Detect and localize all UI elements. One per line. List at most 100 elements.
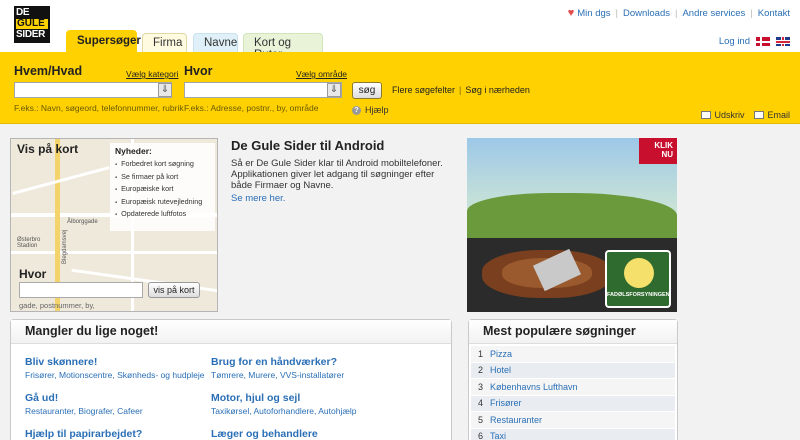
logo-line3: SIDER [16,29,46,40]
category-block: Motor, hjul og sejl Taxikørsel, Autoforh… [211,392,401,416]
android-promo-title: De Gule Sider til Android [231,138,385,153]
login-bar: Log ind [719,36,790,47]
search-button[interactable]: søg [352,82,382,99]
choose-category-link[interactable]: Vælg kategori [126,69,178,79]
map-news-item: Europæiske kort [115,184,210,193]
printer-icon [701,111,712,119]
popular-link[interactable]: Taxi [490,431,506,440]
list-item[interactable]: 2 Hotel [471,362,675,379]
category-block: Bliv skønnere! Frisører, Motionscentre, … [25,356,215,380]
street-label: Blegdamsvej [62,229,68,264]
link-kontakt[interactable]: Kontakt [758,8,790,19]
what-hint: F.eks.: Navn, søgeord, telefonnummer, ru… [14,103,184,113]
list-item[interactable]: 1 Pizza [471,346,675,363]
tab-navne[interactable]: Navne [193,33,238,52]
popular-link[interactable]: Frisører [490,398,522,408]
where-label: Hvor [184,64,213,78]
tab-supersoger[interactable]: Supersøger [66,30,141,52]
street-label: Østerbro Stadion [17,237,41,249]
tab-kort-og-ruter[interactable]: Kort og Ruter [243,33,323,61]
link-downloads[interactable]: Downloads [623,8,670,19]
map-road [12,166,110,195]
help-icon: ? [352,105,361,115]
ad-trees [467,193,677,238]
divider: | [615,8,618,19]
list-item[interactable]: 5 Restauranter [471,412,675,429]
category-title-link[interactable]: Hjælp til papirarbejdet? [25,428,215,440]
english-flag-icon[interactable] [776,37,790,46]
rank: 3 [478,381,484,392]
what-input[interactable] [14,82,172,98]
where-dropdown-arrow-icon[interactable]: ⇓ [327,83,341,97]
help-label: Hjælp [365,105,389,115]
category-sub-links[interactable]: Restauranter, Biografer, Cafeer [25,406,215,416]
rank: 6 [478,431,484,440]
top-links: ♥ Min dgs | Downloads | Andre services | Kontak… [568,7,790,19]
where-hint: F.eks.: Adresse, postnr., by, område [184,103,319,113]
email-link[interactable]: Email [754,110,790,120]
map-where-label: Hvor [19,267,47,281]
android-promo-text: Så er De Gule Sider klar til Android mob… [231,158,443,191]
map-title[interactable]: Vis på kort [17,142,78,156]
logo-line2: GULE [16,19,48,29]
list-item[interactable]: 6 Taxi [471,428,675,440]
rank: 2 [478,365,484,376]
what-dropdown-arrow-icon[interactable]: ⇓ [158,83,172,97]
map-news-item: Europæisk rutevejledning [115,197,210,206]
map-news-title: Nyheder: [115,146,152,156]
android-promo-link[interactable]: Se mere her. [231,193,285,204]
envelope-icon [754,111,765,119]
popular-link[interactable]: Restauranter [490,415,542,425]
danish-flag-icon[interactable] [756,37,770,46]
map-where-input[interactable] [19,282,143,298]
near-me-link[interactable]: Søg i nærheden [465,85,530,95]
show-on-map-button[interactable]: vis på kort [148,282,200,298]
link-min-dgs[interactable]: Min dgs [577,8,610,19]
divider: | [675,8,678,19]
popular-link[interactable]: Pizza [490,349,512,359]
street-label: Ålborggade [67,219,98,225]
popular-link[interactable]: Hotel [490,365,511,375]
category-title-link[interactable]: Motor, hjul og sejl [211,392,401,404]
help-link[interactable]: ? Hjælp [352,105,389,115]
email-label: Email [767,110,790,120]
category-sub-links[interactable]: Frisører, Motionscentre, Skønheds- og hu… [25,370,215,380]
category-title-link[interactable]: Læger og behandlere [211,428,401,440]
choose-area-link[interactable]: Vælg område [296,69,347,79]
popular-list: 1 Pizza 2 Hotel 3 Københavns Lufthavn 4 Fris… [471,346,675,440]
login-link[interactable]: Log ind [719,36,750,47]
print-label: Udskriv [714,110,745,120]
print-link[interactable]: Udskriv [701,110,744,120]
heart-icon: ♥ [567,7,575,19]
more-fields-link[interactable]: Flere søgefelter [392,85,455,95]
list-item[interactable]: 4 Frisører [471,395,675,412]
missing-panel-title: Mangler du lige noget! [11,320,451,344]
ad-brand-name: FADØLSFORSYNINGEN [607,292,670,298]
link-andre-services[interactable]: Andre services [682,8,745,19]
map-road [11,251,217,254]
popular-searches-panel: Mest populære søgninger 1 Pizza 2 Hotel 3K… [468,319,678,440]
category-block: Gå ud! Restauranter, Biografer, Cafeer [25,392,215,416]
list-item[interactable]: 3 Københavns Lufthavn [471,379,675,396]
rank: 4 [478,398,484,409]
tab-firma[interactable]: Firma [142,33,187,52]
ad-click-now-badge[interactable]: KLIK NU [639,138,677,164]
category-sub-links[interactable]: Tømrere, Murere, VVS-installatører [211,370,401,380]
category-sub-links[interactable]: Taxikørsel, Autoforhandlere, Autohjælp [211,406,401,416]
category-title-link[interactable]: Bliv skønnere! [25,356,215,368]
category-title-link[interactable]: Gå ud! [25,392,215,404]
where-input[interactable] [184,82,342,98]
divider: | [459,85,462,95]
map-news: Nyheder: Forbedret kort søgning Se firma… [110,143,215,231]
category-block: Brug for en håndværker? Tømrere, Murere,… [211,356,401,380]
de-gule-sider-logo[interactable]: DE GULE SIDER [14,6,50,43]
logo-line1: DE [16,7,30,18]
header: DE GULE SIDER ♥ Min dgs | Downloads | Andre s… [0,0,800,61]
rank: 5 [478,414,484,425]
category-title-link[interactable]: Brug for en håndværker? [211,356,401,368]
popular-link[interactable]: Københavns Lufthavn [490,382,578,392]
popular-panel-title: Mest populære søgninger [469,320,677,344]
missing-something-panel: Mangler du lige noget! Bliv skønnere! Fr… [10,319,452,440]
ad-brand-logo-icon [624,258,654,288]
advertisement-banner[interactable]: KLIK NU FADØLSFORSYNINGEN [467,138,677,312]
